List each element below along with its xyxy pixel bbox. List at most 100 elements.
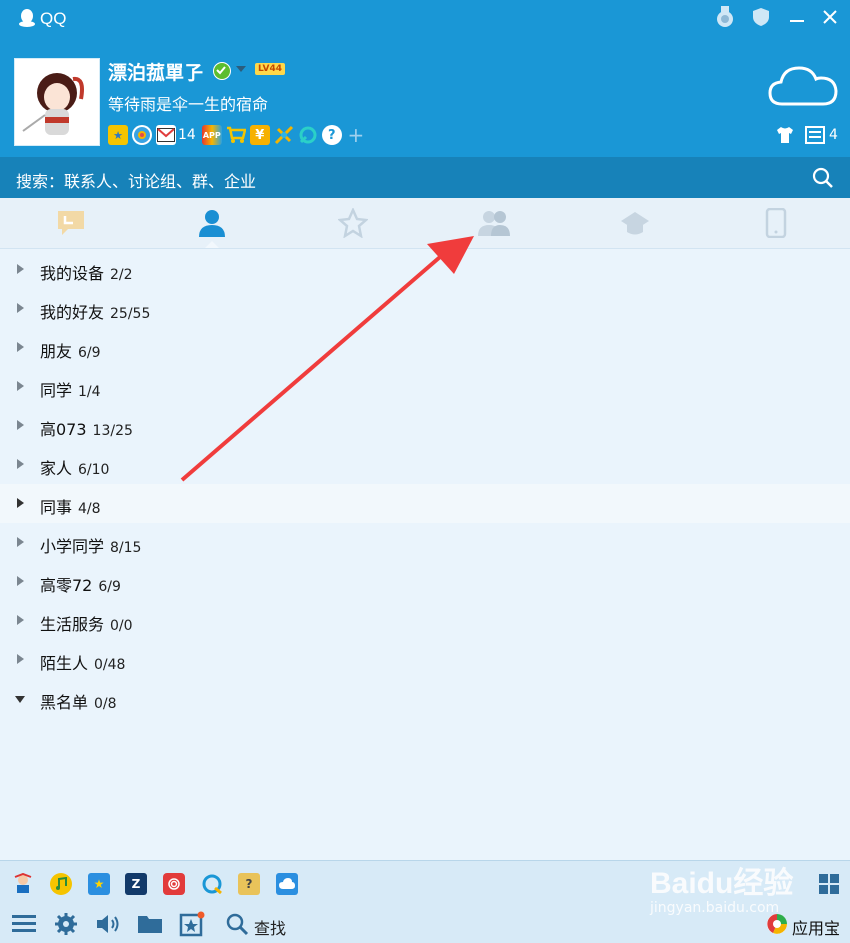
favorites-manager-icon[interactable] bbox=[179, 911, 205, 937]
tab-space[interactable] bbox=[615, 206, 655, 240]
contact-group[interactable]: 同事 4/8 bbox=[0, 484, 850, 523]
group-count: 13/25 bbox=[92, 423, 133, 439]
group-count: 0/48 bbox=[94, 657, 126, 673]
qq-main-window: QQ 漂泊菰單孒 LV44 等待雨是伞一生的宿命 ★ 14 APP ¥ ? + … bbox=[0, 0, 850, 943]
tab-contacts[interactable] bbox=[192, 206, 232, 240]
add-app-icon[interactable]: + bbox=[346, 123, 366, 147]
group-name: 我的好友 bbox=[40, 303, 105, 322]
group-count: 1/4 bbox=[78, 384, 101, 400]
search-icon[interactable] bbox=[812, 167, 834, 189]
message-icon bbox=[58, 211, 84, 235]
contact-group[interactable]: 高零72 6/9 bbox=[0, 562, 850, 601]
close-button[interactable] bbox=[819, 6, 841, 28]
file-folder-icon[interactable] bbox=[137, 911, 163, 937]
collapsed-arrow-icon bbox=[17, 303, 24, 313]
contact-group[interactable]: 陌生人 0/48 bbox=[0, 640, 850, 679]
weibo-icon[interactable] bbox=[132, 125, 152, 145]
mail-icon[interactable] bbox=[156, 125, 176, 145]
help-icon[interactable]: ? bbox=[321, 125, 342, 145]
app-store-button[interactable]: 应用宝 bbox=[792, 915, 840, 939]
contact-group[interactable]: 小学同学 8/15 bbox=[0, 523, 850, 562]
contact-group[interactable]: 同学 1/4 bbox=[0, 367, 850, 406]
space-icon bbox=[621, 212, 649, 235]
tab-phone[interactable] bbox=[756, 206, 796, 240]
signature[interactable]: 等待雨是伞一生的宿命 bbox=[108, 91, 268, 115]
message-count: 4 bbox=[829, 127, 838, 143]
tab-messages[interactable] bbox=[51, 206, 91, 240]
contact-group-list: 我的设备 2/2 我的好友 25/55 朋友 6/9 同学 1/4 高073 13/25 … bbox=[0, 250, 850, 718]
z-app-icon[interactable]: Z bbox=[125, 873, 147, 895]
wallet-icon[interactable]: ¥ bbox=[249, 125, 270, 145]
cloud-sync-icon[interactable] bbox=[276, 873, 298, 895]
group-count: 25/55 bbox=[110, 306, 151, 322]
find-search-icon[interactable] bbox=[224, 911, 250, 937]
group-name: 高零72 bbox=[40, 576, 93, 595]
title-bar[interactable]: QQ bbox=[0, 0, 850, 36]
group-count: 0/8 bbox=[94, 696, 117, 712]
baidu-watermark-logo: Baidu经验 bbox=[650, 867, 794, 900]
find-button[interactable]: 查找 bbox=[254, 915, 286, 939]
search-input[interactable]: 搜索：联系人、讨论组、群、企业 bbox=[16, 168, 256, 192]
group-count: 4/8 bbox=[78, 501, 101, 517]
settings-gear-icon[interactable] bbox=[53, 911, 79, 937]
game-icon[interactable] bbox=[274, 125, 294, 145]
tab-favorites[interactable] bbox=[333, 206, 373, 240]
quiz-icon[interactable]: ? bbox=[238, 873, 260, 895]
app-toolbar: ★ 14 APP ¥ ? + bbox=[108, 123, 366, 147]
group-name: 生活服务 bbox=[40, 615, 105, 634]
contact-group[interactable]: 家人 6/10 bbox=[0, 445, 850, 484]
contact-group[interactable]: 我的好友 25/55 bbox=[0, 289, 850, 328]
collapsed-arrow-icon bbox=[17, 615, 24, 625]
app-grid-icon[interactable] bbox=[818, 873, 840, 895]
status-dropdown-icon[interactable] bbox=[236, 66, 246, 72]
group-count: 6/9 bbox=[98, 579, 121, 595]
group-name: 小学同学 bbox=[40, 537, 105, 556]
minimize-button[interactable] bbox=[786, 6, 808, 28]
avatar-image bbox=[15, 59, 99, 145]
favorite-star-icon[interactable]: ★ bbox=[88, 873, 110, 895]
avatar[interactable] bbox=[14, 58, 100, 146]
main-tabs bbox=[0, 198, 850, 249]
qq-browser-icon[interactable] bbox=[298, 125, 318, 145]
group-name: 黑名单 bbox=[40, 693, 89, 712]
browser-icon[interactable] bbox=[201, 873, 223, 895]
fingerprint-icon[interactable] bbox=[163, 873, 185, 895]
volume-icon[interactable] bbox=[95, 911, 121, 937]
skin-tshirt-icon[interactable] bbox=[776, 126, 794, 144]
shield-icon[interactable] bbox=[750, 6, 772, 28]
search-bar[interactable]: 搜索：联系人、讨论组、群、企业 bbox=[0, 157, 850, 198]
group-name: 陌生人 bbox=[40, 654, 89, 673]
nickname[interactable]: 漂泊菰單孒 bbox=[108, 58, 203, 85]
main-menu-icon[interactable] bbox=[11, 911, 37, 937]
app-center-icon[interactable]: APP bbox=[201, 125, 222, 145]
message-box-icon[interactable] bbox=[805, 126, 825, 144]
group-name: 朋友 bbox=[40, 342, 73, 361]
active-tab-indicator bbox=[205, 241, 219, 248]
game-character-icon[interactable] bbox=[12, 873, 34, 895]
tab-groups[interactable] bbox=[474, 206, 514, 240]
qzone-star-icon[interactable]: ★ bbox=[108, 125, 128, 145]
group-name: 同事 bbox=[40, 498, 73, 517]
group-count: 8/15 bbox=[110, 540, 142, 556]
group-name: 高073 bbox=[40, 420, 87, 439]
contact-group[interactable]: 高073 13/25 bbox=[0, 406, 850, 445]
group-name: 家人 bbox=[40, 459, 73, 478]
qq-music-icon[interactable] bbox=[50, 873, 72, 895]
group-name: 我的设备 bbox=[40, 264, 105, 283]
profile-header: QQ 漂泊菰單孒 LV44 等待雨是伞一生的宿命 ★ 14 APP ¥ ? + … bbox=[0, 0, 850, 157]
level-badge[interactable]: LV44 bbox=[255, 63, 285, 75]
baidu-watermark-url: jingyan.baidu.com bbox=[650, 900, 780, 916]
contact-group[interactable]: 黑名单 0/8 bbox=[0, 679, 850, 718]
expanded-arrow-icon bbox=[15, 696, 25, 703]
medal-icon[interactable] bbox=[714, 6, 736, 28]
favorites-icon bbox=[338, 208, 368, 238]
contact-group[interactable]: 生活服务 0/0 bbox=[0, 601, 850, 640]
shopping-cart-icon[interactable] bbox=[226, 125, 246, 145]
qq-penguin-icon bbox=[19, 9, 35, 27]
collapsed-arrow-icon bbox=[17, 537, 24, 547]
group-icon bbox=[478, 211, 510, 236]
weather-cloud-icon[interactable] bbox=[768, 62, 838, 108]
contact-group[interactable]: 朋友 6/9 bbox=[0, 328, 850, 367]
contact-group[interactable]: 我的设备 2/2 bbox=[0, 250, 850, 289]
group-name: 同学 bbox=[40, 381, 73, 400]
